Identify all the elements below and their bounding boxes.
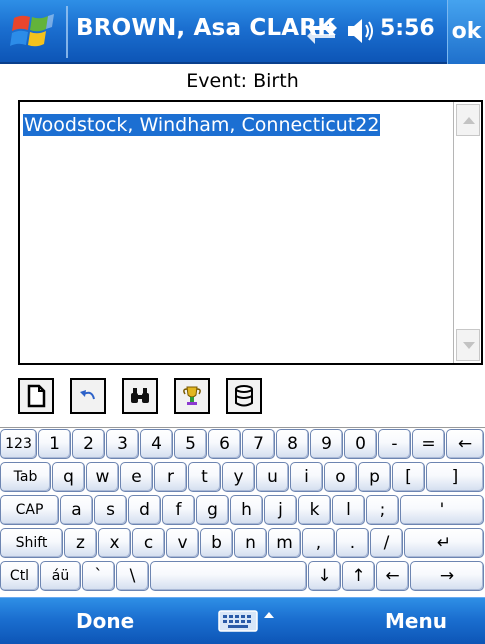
key-2[interactable]: z (64, 528, 97, 558)
key-4[interactable]: e (120, 462, 153, 492)
done-softkey[interactable]: Done (76, 598, 134, 644)
scroll-down-arrow-icon (463, 342, 475, 349)
key-5[interactable]: 4 (140, 429, 173, 459)
find-button[interactable] (122, 378, 158, 414)
volume-icon[interactable] (344, 14, 378, 48)
soft-keyboard: 123 1 2 3 4 5 6 7 8 9 0- = ← Tab q w e r t y u i o p[] CAP a s d f… (0, 427, 485, 597)
input-panel-arrow-icon[interactable] (263, 610, 275, 620)
arrow-up-key[interactable]: ↑ (342, 561, 375, 591)
trophy-button[interactable] (174, 378, 210, 414)
arrow-right-key[interactable]: → (410, 561, 484, 591)
key-7[interactable]: n (234, 528, 267, 558)
key-5[interactable]: v (166, 528, 199, 558)
new-document-button[interactable] (18, 378, 54, 414)
keyboard-row-2: Tab q w e r t y u i o p[] (0, 461, 485, 493)
key-10[interactable]: . (336, 528, 369, 558)
scroll-down-button[interactable] (456, 329, 480, 361)
key-3[interactable]: 2 (72, 429, 105, 459)
key-6[interactable]: 5 (174, 429, 207, 459)
key-10[interactable]: l (332, 495, 365, 525)
key-6[interactable]: t (188, 462, 221, 492)
key-7[interactable]: 6 (208, 429, 241, 459)
key-3[interactable]: ` (82, 561, 115, 591)
key-5[interactable]: f (162, 495, 195, 525)
key-6[interactable]: b (200, 528, 233, 558)
vertical-scrollbar[interactable] (453, 102, 481, 363)
connectivity-icon[interactable] (305, 14, 339, 48)
window-title: BROWN, Asa CLARK (76, 15, 336, 41)
backspace-key[interactable]: ← (446, 429, 484, 459)
edit-toolbar (18, 378, 318, 418)
key-10[interactable]: o (324, 462, 357, 492)
key-13[interactable]: = (412, 429, 445, 459)
key-9[interactable]: , (302, 528, 335, 558)
space-key[interactable] (150, 561, 307, 591)
backspace-key[interactable]: ← (376, 561, 409, 591)
key-12[interactable]: - (378, 429, 411, 459)
key-9[interactable]: k (298, 495, 331, 525)
event-label: Event: Birth (186, 70, 299, 92)
menu-softkey[interactable]: Menu (385, 598, 447, 644)
keyboard-row-5: Ctl áü ` \ ↓ ↑ ← → (0, 560, 485, 592)
key-10[interactable]: 9 (310, 429, 343, 459)
keyboard-icon[interactable] (218, 610, 258, 632)
key-3[interactable]: w (86, 462, 119, 492)
key-4[interactable]: d (128, 495, 161, 525)
key-7[interactable]: h (230, 495, 263, 525)
key-8[interactable]: u (256, 462, 289, 492)
key-3[interactable]: s (94, 495, 127, 525)
key-11[interactable]: / (370, 528, 403, 558)
database-button[interactable] (226, 378, 262, 414)
database-icon (235, 385, 253, 407)
enter-key[interactable]: ↵ (404, 528, 484, 558)
selected-text[interactable]: Woodstock, Windham, Connecticut22 (23, 114, 381, 136)
keyboard-row-1: 123 1 2 3 4 5 6 7 8 9 0- = ← (0, 428, 485, 460)
numeric-toggle-key[interactable]: 123 (0, 429, 37, 459)
key-11[interactable]: ; (366, 495, 399, 525)
key-2[interactable]: a (60, 495, 93, 525)
clock[interactable]: 5:56 (380, 16, 435, 41)
key-12[interactable]: [ (392, 462, 425, 492)
key-2[interactable]: 1 (38, 429, 71, 459)
find-icon (131, 388, 149, 403)
keyboard-row-4: Shift z x c v b n m,. / ↵ (0, 527, 485, 559)
title-bar: BROWN, Asa CLARK 5:56 ok (0, 0, 485, 64)
key-4[interactable]: 3 (106, 429, 139, 459)
key-7[interactable]: y (222, 462, 255, 492)
key-8[interactable]: 7 (242, 429, 275, 459)
place-text-field[interactable]: Woodstock, Windham, Connecticut22 (18, 100, 483, 365)
title-separator (66, 6, 68, 58)
key-4[interactable]: c (132, 528, 165, 558)
tab-key[interactable]: Tab (0, 462, 51, 492)
key-9[interactable]: 8 (276, 429, 309, 459)
key-3[interactable]: x (98, 528, 131, 558)
caps-lock-key[interactable]: CAP (0, 495, 59, 525)
menu-bar: Done Menu (0, 597, 485, 644)
key-11[interactable]: p (358, 462, 391, 492)
keyboard-row-3: CAP a s d f g h j k l; ' (0, 494, 485, 526)
accent-toggle-key[interactable]: áü (40, 561, 81, 591)
key-11[interactable]: 0 (344, 429, 377, 459)
key-2[interactable]: q (52, 462, 85, 492)
undo-icon (80, 390, 95, 400)
undo-button[interactable] (70, 378, 106, 414)
scroll-up-arrow-icon (463, 117, 475, 124)
key-13[interactable]: ] (426, 462, 484, 492)
key-9[interactable]: i (290, 462, 323, 492)
key-8[interactable]: m (268, 528, 301, 558)
key-6[interactable]: g (196, 495, 229, 525)
key-12[interactable]: ' (400, 495, 484, 525)
windows-start-icon[interactable] (8, 10, 60, 54)
key-5[interactable]: r (154, 462, 187, 492)
key-4[interactable]: \ (116, 561, 149, 591)
ok-button[interactable]: ok (447, 0, 485, 64)
scroll-up-button[interactable] (456, 104, 480, 136)
text-field-content[interactable]: Woodstock, Windham, Connecticut22 (23, 114, 381, 136)
trophy-icon (183, 386, 201, 405)
control-key[interactable]: Ctl (0, 561, 39, 591)
new-document-icon (27, 384, 46, 408)
shift-key[interactable]: Shift (0, 528, 63, 558)
key-8[interactable]: j (264, 495, 297, 525)
arrow-down-key[interactable]: ↓ (308, 561, 341, 591)
